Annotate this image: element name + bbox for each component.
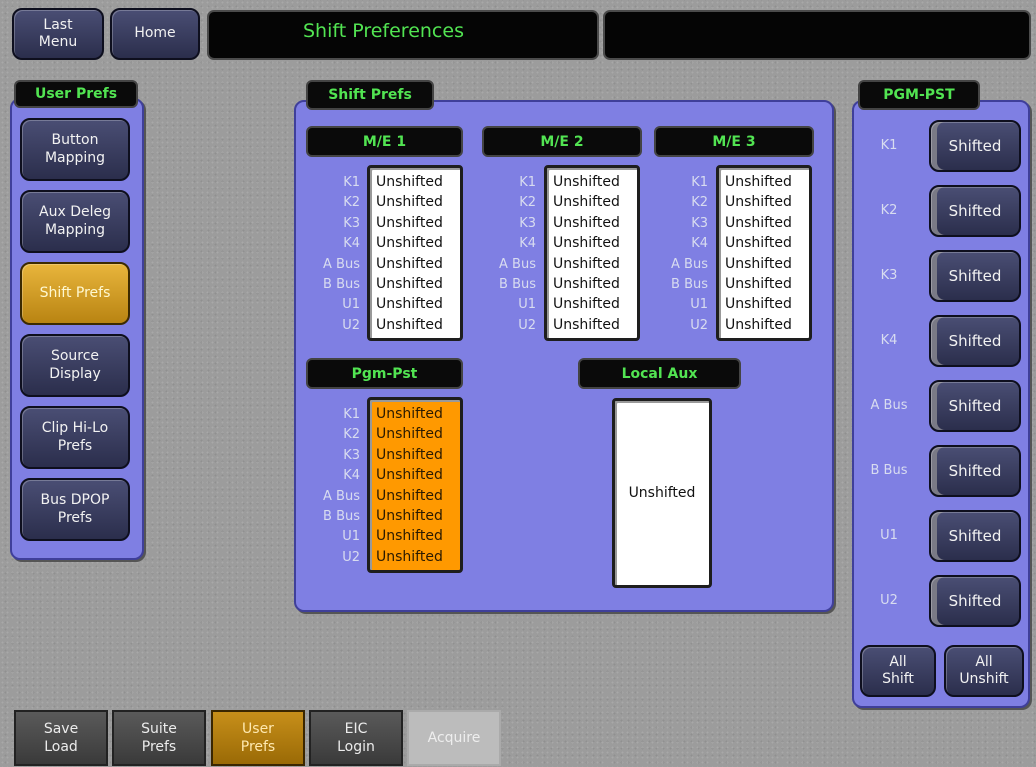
list-item[interactable]: Unshifted	[376, 213, 457, 233]
list-item[interactable]: Unshifted	[376, 424, 457, 444]
row-label-b-bus: B Bus	[870, 463, 908, 478]
home-button[interactable]: Home	[110, 8, 200, 60]
sidebar-item-aux-deleg-mapping[interactable]: Aux Deleg Mapping	[20, 190, 130, 253]
list-item[interactable]: Unshifted	[376, 486, 457, 506]
list-item[interactable]: Unshifted	[553, 233, 634, 253]
list-item[interactable]: Unshifted	[725, 274, 806, 294]
sidebar-item-bus-dpop-prefs[interactable]: Bus DPOP Prefs	[20, 478, 130, 541]
me2-shift-list[interactable]: Unshifted Unshifted Unshifted Unshifted …	[544, 165, 640, 341]
list-item[interactable]: Unshifted	[553, 274, 634, 294]
row-label-k2: K2	[880, 203, 898, 218]
sidebar-item-shift-prefs[interactable]: Shift Prefs	[20, 262, 130, 325]
local-aux-list[interactable]: Unshifted	[612, 398, 712, 588]
row-label-a-bus: A Bus	[870, 398, 908, 413]
page-title: Shift Preferences	[207, 10, 599, 60]
me2-title: M/E 2	[482, 126, 642, 157]
pgm-pst-panel-tab: PGM-PST	[858, 80, 980, 110]
sidebar-item-button-mapping[interactable]: Button Mapping	[20, 118, 130, 181]
nav-acquire[interactable]: Acquire	[407, 710, 501, 766]
list-item[interactable]: Unshifted	[725, 172, 806, 192]
last-menu-button[interactable]: Last Menu	[12, 8, 104, 60]
u2-shift-toggle[interactable]: Shifted	[929, 575, 1021, 627]
me3-key-labels: K1 K2 K3 K4 A Bus B Bus U1 U2	[671, 175, 708, 333]
list-item[interactable]: Unshifted	[553, 213, 634, 233]
list-item[interactable]: Unshifted	[376, 172, 457, 192]
k2-shift-toggle[interactable]: Shifted	[929, 185, 1021, 237]
list-item[interactable]: Unshifted	[553, 315, 634, 335]
list-item[interactable]: Unshifted	[376, 294, 457, 314]
row-label-k1: K1	[880, 138, 898, 153]
nav-suite-prefs[interactable]: Suite Prefs	[112, 710, 206, 766]
sidebar-item-clip-hi-lo-prefs[interactable]: Clip Hi-Lo Prefs	[20, 406, 130, 469]
me2-key-labels: K1 K2 K3 K4 A Bus B Bus U1 U2	[499, 175, 536, 333]
row-label-k3: K3	[880, 268, 898, 283]
b-bus-shift-toggle[interactable]: Shifted	[929, 445, 1021, 497]
list-item[interactable]: Unshifted	[553, 172, 634, 192]
list-item[interactable]: Unshifted	[376, 192, 457, 212]
list-item[interactable]: Unshifted	[725, 315, 806, 335]
me1-key-labels: K1 K2 K3 K4 A Bus B Bus U1 U2	[323, 175, 360, 333]
pgm-pst-key-labels: K1 K2 K3 K4 A Bus B Bus U1 U2	[323, 407, 360, 565]
pgm-pst-title: Pgm-Pst	[306, 358, 463, 389]
list-item[interactable]: Unshifted	[725, 192, 806, 212]
k1-shift-toggle[interactable]: Shifted	[929, 120, 1021, 172]
u1-shift-toggle[interactable]: Shifted	[929, 510, 1021, 562]
nav-save-load[interactable]: Save Load	[14, 710, 108, 766]
list-item[interactable]: Unshifted	[629, 483, 696, 503]
row-label-k4: K4	[880, 333, 898, 348]
list-item[interactable]: Unshifted	[376, 274, 457, 294]
me1-shift-list[interactable]: Unshifted Unshifted Unshifted Unshifted …	[367, 165, 463, 341]
user-prefs-tab: User Prefs	[14, 80, 138, 108]
list-item[interactable]: Unshifted	[376, 445, 457, 465]
me3-title: M/E 3	[654, 126, 814, 157]
list-item[interactable]: Unshifted	[376, 506, 457, 526]
list-item[interactable]: Unshifted	[376, 547, 457, 567]
all-unshift-button[interactable]: All Unshift	[944, 645, 1024, 697]
row-label-u2: U2	[880, 593, 898, 608]
list-item[interactable]: Unshifted	[376, 404, 457, 424]
list-item[interactable]: Unshifted	[725, 254, 806, 274]
list-item[interactable]: Unshifted	[725, 213, 806, 233]
list-item[interactable]: Unshifted	[553, 294, 634, 314]
nav-user-prefs[interactable]: User Prefs	[211, 710, 305, 766]
k4-shift-toggle[interactable]: Shifted	[929, 315, 1021, 367]
k3-shift-toggle[interactable]: Shifted	[929, 250, 1021, 302]
list-item[interactable]: Unshifted	[376, 526, 457, 546]
all-shift-button[interactable]: All Shift	[860, 645, 936, 697]
nav-eic-login[interactable]: EIC Login	[309, 710, 403, 766]
list-item[interactable]: Unshifted	[553, 254, 634, 274]
list-item[interactable]: Unshifted	[376, 315, 457, 335]
list-item[interactable]: Unshifted	[376, 254, 457, 274]
row-label-u1: U1	[880, 528, 898, 543]
local-aux-title: Local Aux	[578, 358, 741, 389]
list-item[interactable]: Unshifted	[553, 192, 634, 212]
list-item[interactable]: Unshifted	[725, 294, 806, 314]
pgm-pst-shift-list[interactable]: Unshifted Unshifted Unshifted Unshifted …	[367, 397, 463, 573]
a-bus-shift-toggle[interactable]: Shifted	[929, 380, 1021, 432]
sidebar-item-source-display[interactable]: Source Display	[20, 334, 130, 397]
me1-title: M/E 1	[306, 126, 463, 157]
me3-shift-list[interactable]: Unshifted Unshifted Unshifted Unshifted …	[716, 165, 812, 341]
shift-prefs-tab: Shift Prefs	[306, 80, 434, 110]
list-item[interactable]: Unshifted	[376, 465, 457, 485]
list-item[interactable]: Unshifted	[376, 233, 457, 253]
status-display	[603, 10, 1031, 60]
list-item[interactable]: Unshifted	[725, 233, 806, 253]
